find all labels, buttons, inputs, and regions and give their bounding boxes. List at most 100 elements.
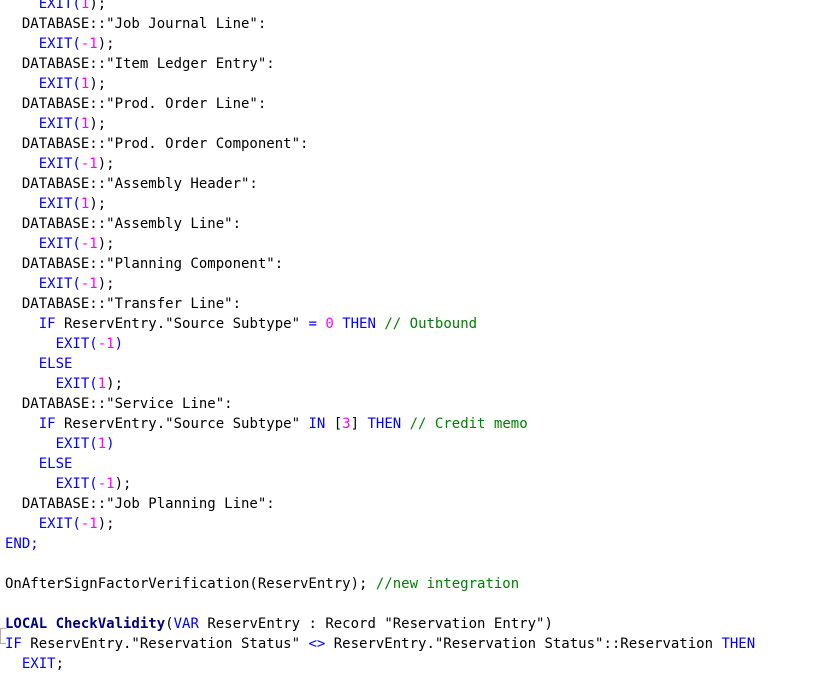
code-line: IF ReservEntry."Reservation Status" <> R… (5, 634, 755, 654)
code-token: ); (97, 36, 115, 52)
code-line: IF ReservEntry."Source Subtype" IN [3] T… (5, 414, 528, 434)
code-token: EXIT( (55, 476, 98, 492)
code-token: -1 (80, 156, 98, 172)
code-line: OnAfterSignFactorVerification(ReservEntr… (5, 574, 519, 594)
code-editor[interactable]: EXIT(1); DATABASE::"Job Journal Line": E… (0, 0, 825, 691)
code-token: <> (308, 636, 326, 652)
code-token: ] (350, 416, 368, 432)
code-line: EXIT(-1); (5, 514, 115, 534)
code-token: EXIT( (55, 376, 98, 392)
code-token: EXIT( (38, 36, 81, 52)
code-line: EXIT(-1); (5, 474, 132, 494)
code-token: ELSE (38, 456, 73, 472)
code-line: DATABASE::"Service Line": (5, 394, 233, 414)
code-token: 3 (342, 416, 351, 432)
code-token: ); (106, 376, 124, 392)
code-token: 1 (97, 376, 107, 392)
code-token: DATABASE::"Planning Component": (5, 256, 284, 272)
code-token: DATABASE::"Prod. Order Component": (5, 136, 309, 152)
code-token: ); (89, 0, 107, 12)
code-line: ELSE (5, 354, 73, 374)
code-line: ELSE (5, 454, 73, 474)
code-line: EXIT(-1); (5, 154, 115, 174)
code-token: EXIT( (55, 336, 98, 352)
code-token: -1 (97, 336, 115, 352)
code-token: DATABASE::"Item Ledger Entry": (5, 56, 275, 72)
code-token: //new integration (375, 576, 520, 592)
code-token: -1 (80, 516, 98, 532)
code-token: -1 (80, 276, 98, 292)
code-token: DATABASE::"Assembly Header": (5, 176, 258, 192)
code-token: LOCAL (5, 616, 56, 632)
code-token: [ (325, 416, 343, 432)
code-token: 0 (325, 316, 334, 332)
code-line: EXIT(-1); (5, 274, 115, 294)
code-line: EXIT(-1) (5, 334, 123, 354)
code-token: EXIT (21, 656, 56, 672)
code-line: DATABASE::"Job Planning Line": (5, 494, 275, 514)
code-line: END; (5, 534, 39, 554)
code-line: IF ReservEntry."Source Subtype" = 0 THEN… (5, 314, 477, 334)
code-line: EXIT(1); (5, 114, 106, 134)
code-line: EXIT(1); (5, 194, 106, 214)
code-token: THEN (367, 416, 402, 432)
code-line: DATABASE::"Assembly Header": (5, 174, 258, 194)
code-token: EXIT( (38, 156, 81, 172)
code-token: END; (5, 536, 39, 552)
code-token: ); (89, 196, 107, 212)
code-line: EXIT(-1); (5, 234, 115, 254)
code-token: OnAfterSignFactorVerification(ReservEntr… (5, 576, 376, 592)
code-token: EXIT( (38, 116, 81, 132)
code-line: DATABASE::"Prod. Order Line": (5, 94, 266, 114)
code-token: ReservEntry."Source Subtype" (55, 316, 309, 332)
code-token: EXIT( (38, 0, 81, 12)
code-token: DATABASE::"Job Planning Line": (5, 496, 275, 512)
code-token: DATABASE::"Job Journal Line": (5, 16, 267, 32)
code-token: ReservEntry."Reservation Status"::Reserv… (325, 636, 722, 652)
code-token: -1 (97, 476, 115, 492)
code-token: THEN (721, 636, 756, 652)
code-line: EXIT(1); (5, 0, 106, 14)
code-token: DATABASE::"Prod. Order Line": (5, 96, 267, 112)
code-token: ReservEntry."Reservation Status" (21, 636, 309, 652)
code-token: EXIT( (38, 236, 81, 252)
code-token: IN (308, 416, 326, 432)
code-token: // Outbound (384, 316, 478, 332)
code-token: CheckValidity (55, 616, 166, 632)
code-token: DATABASE::"Transfer Line": (5, 296, 242, 312)
code-line: DATABASE::"Assembly Line": (5, 214, 241, 234)
code-token: ReservEntry : Record "Reservation Entry"… (198, 616, 553, 632)
code-token: ); (97, 276, 115, 292)
code-line: DATABASE::"Item Ledger Entry": (5, 54, 275, 74)
code-token: THEN (342, 316, 376, 332)
code-token: // Credit memo (409, 416, 528, 432)
code-token: ; (55, 656, 65, 672)
code-token: DATABASE::"Assembly Line": (5, 216, 242, 232)
code-token: -1 (80, 36, 98, 52)
code-token: ); (114, 476, 132, 492)
code-line: EXIT(1); (5, 374, 123, 394)
code-line: DATABASE::"Prod. Order Component": (5, 134, 309, 154)
code-token: ( (165, 616, 174, 632)
code-token: IF (5, 636, 22, 652)
code-token: = (308, 316, 317, 332)
code-line: DATABASE::"Transfer Line": (5, 294, 241, 314)
code-line: EXIT(1); (5, 74, 106, 94)
